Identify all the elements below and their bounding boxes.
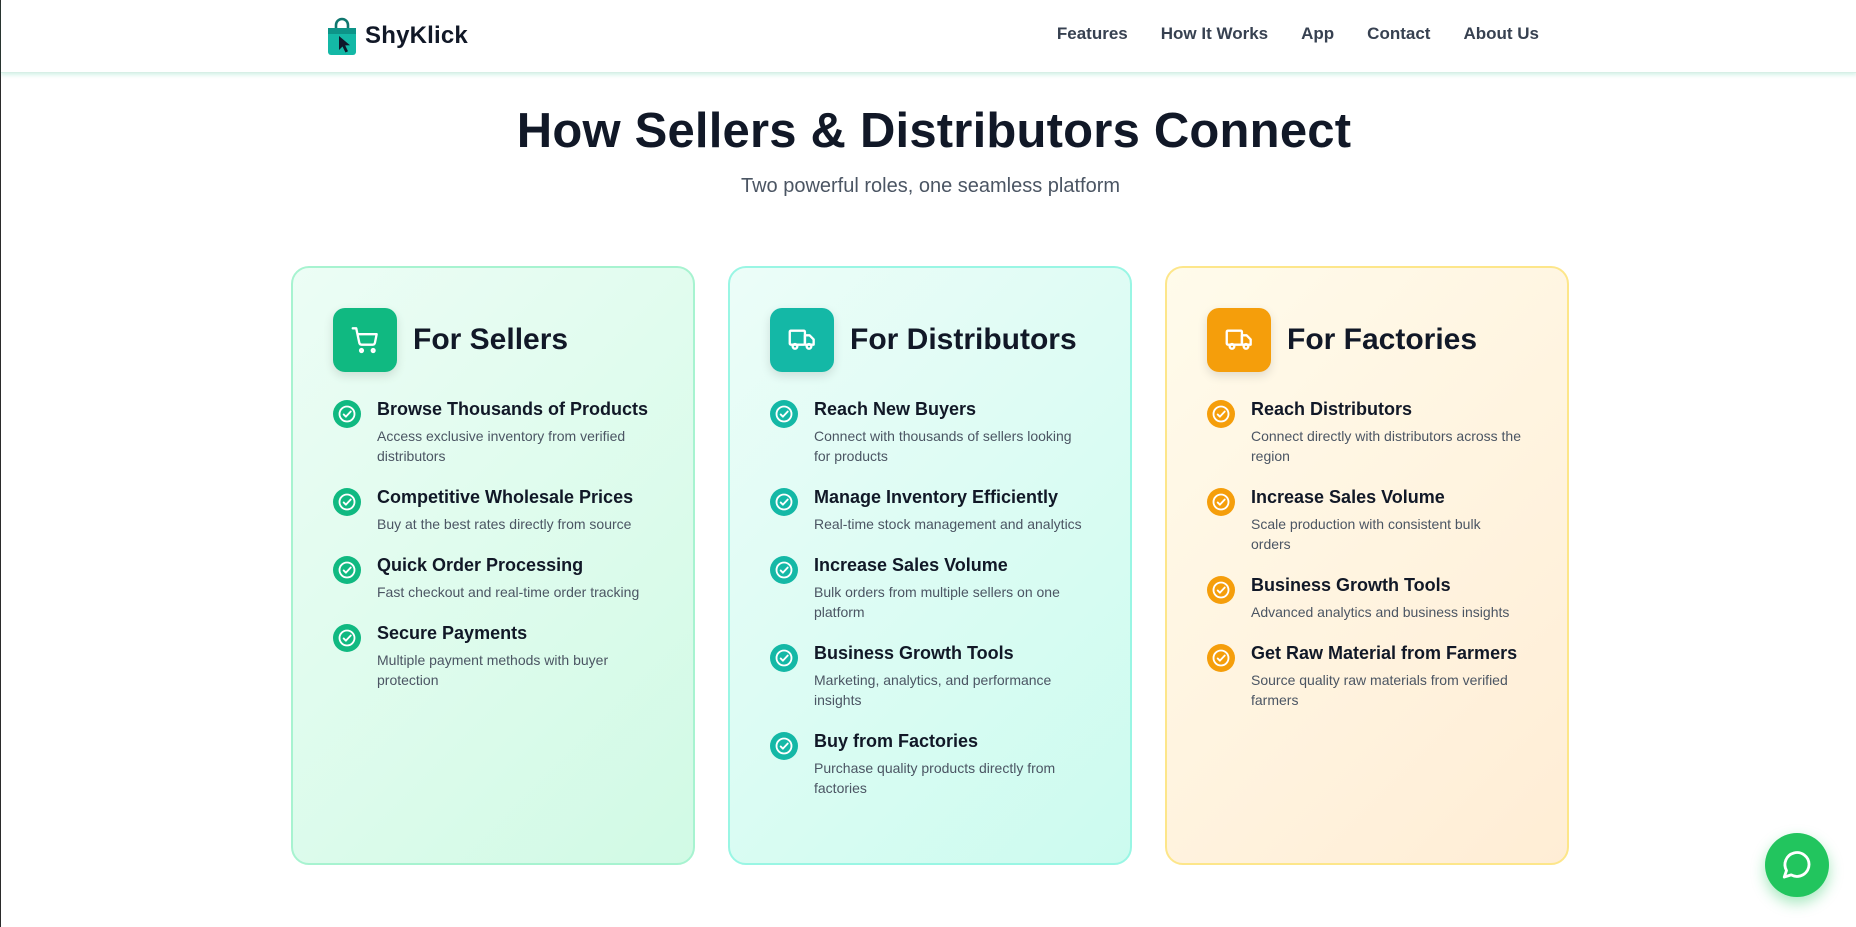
feature-description: Real-time stock management and analytics — [814, 516, 1082, 532]
feature-title: Reach New Buyers — [814, 399, 977, 419]
cart-icon — [333, 308, 397, 372]
feature-item: Business Growth Tools Advanced analytics… — [1207, 574, 1527, 622]
section-subtitle: Two powerful roles, one seamless platfor… — [740, 175, 1121, 197]
feature-title: Browse Thousands of Products — [377, 399, 649, 419]
feature-description: Multiple payment methods with buyer prot… — [377, 652, 609, 688]
card-title: For Sellers — [413, 323, 569, 356]
truck-icon — [770, 308, 834, 372]
distributors-card: For Distributors Reach New Buyers Connec… — [728, 266, 1132, 865]
nav-app[interactable]: App — [1301, 24, 1334, 44]
feature-title: Manage Inventory Efficiently — [814, 487, 1059, 507]
feature-title: Business Growth Tools — [1251, 575, 1451, 595]
nav-about-us[interactable]: About Us — [1463, 24, 1539, 44]
section-title: How Sellers & Distributors Connect — [516, 104, 1352, 158]
check-circle-icon — [1207, 400, 1235, 428]
nav-how-it-works[interactable]: How It Works — [1161, 24, 1268, 44]
feature-item: Business Growth Tools Marketing, analyti… — [770, 642, 1090, 710]
check-circle-icon — [333, 400, 361, 428]
feature-title: Get Raw Material from Farmers — [1251, 643, 1518, 663]
feature-item: Increase Sales Volume Scale production w… — [1207, 486, 1527, 554]
nav-contact[interactable]: Contact — [1367, 24, 1430, 44]
check-circle-icon — [1207, 576, 1235, 604]
check-circle-icon — [770, 400, 798, 428]
feature-description: Marketing, analytics, and performance in… — [814, 672, 1052, 708]
brand-logo-link[interactable]: ShyKlick — [327, 16, 468, 56]
feature-description: Access exclusive inventory from verified… — [377, 428, 626, 464]
feature-item: Reach New Buyers Connect with thousands … — [770, 398, 1090, 466]
feature-item: Get Raw Material from Farmers Source qua… — [1207, 642, 1527, 710]
card-header: For Distributors — [770, 308, 1090, 372]
check-circle-icon — [333, 624, 361, 652]
feature-title: Increase Sales Volume — [814, 555, 1008, 575]
feature-description: Fast checkout and real-time order tracki… — [377, 584, 640, 600]
card-header: For Factories — [1207, 308, 1527, 372]
check-circle-icon — [770, 556, 798, 584]
sellers-card: For Sellers Browse Thousands of Products… — [291, 266, 695, 865]
feature-description: Buy at the best rates directly from sour… — [377, 516, 632, 532]
feature-item: Browse Thousands of Products Access excl… — [333, 398, 653, 466]
feature-item: Secure Payments Multiple payment methods… — [333, 622, 653, 690]
feature-description: Bulk orders from multiple sellers on one… — [814, 584, 1060, 620]
card-title: For Factories — [1287, 323, 1478, 356]
feature-title: Quick Order Processing — [377, 555, 584, 575]
brand-name: ShyKlick — [365, 22, 468, 49]
main-nav: Features How It Works App Contact About … — [1057, 24, 1539, 44]
feature-item: Competitive Wholesale Prices Buy at the … — [333, 486, 653, 534]
card-title: For Distributors — [850, 323, 1077, 356]
feature-description: Purchase quality products directly from … — [814, 760, 1056, 796]
feature-item: Reach Distributors Connect directly with… — [1207, 398, 1527, 466]
navbar: ShyKlick Features How It Works App Conta… — [1, 0, 1856, 73]
feature-description: Source quality raw materials from verifi… — [1251, 672, 1508, 708]
check-circle-icon — [770, 488, 798, 516]
check-circle-icon — [1207, 644, 1235, 672]
feature-item: Quick Order Processing Fast checkout and… — [333, 554, 653, 602]
check-circle-icon — [770, 732, 798, 760]
check-circle-icon — [1207, 488, 1235, 516]
feature-title: Business Growth Tools — [814, 643, 1014, 663]
check-circle-icon — [333, 488, 361, 516]
chat-button[interactable] — [1765, 833, 1829, 897]
feature-description: Connect with thousands of sellers lookin… — [814, 428, 1072, 464]
card-header: For Sellers — [333, 308, 653, 372]
feature-title: Buy from Factories — [814, 731, 979, 751]
check-circle-icon — [333, 556, 361, 584]
factories-card: For Factories Reach Distributors Connect… — [1165, 266, 1569, 865]
feature-description: Advanced analytics and business insights — [1251, 604, 1510, 620]
feature-item: Buy from Factories Purchase quality prod… — [770, 730, 1090, 798]
check-circle-icon — [770, 644, 798, 672]
feature-title: Increase Sales Volume — [1251, 487, 1445, 507]
truck-icon — [1207, 308, 1271, 372]
feature-item: Manage Inventory Efficiently Real-time s… — [770, 486, 1090, 534]
feature-description: Connect directly with distributors acros… — [1251, 428, 1521, 464]
feature-title: Secure Payments — [377, 623, 528, 643]
shopping-bag-logo-icon — [328, 17, 356, 55]
feature-item: Increase Sales Volume Bulk orders from m… — [770, 554, 1090, 622]
nav-features[interactable]: Features — [1057, 24, 1128, 44]
feature-title: Competitive Wholesale Prices — [377, 487, 634, 507]
chat-bubble-icon — [1782, 851, 1811, 879]
feature-title: Reach Distributors — [1251, 399, 1413, 419]
feature-description: Scale production with consistent bulk or… — [1251, 516, 1481, 552]
